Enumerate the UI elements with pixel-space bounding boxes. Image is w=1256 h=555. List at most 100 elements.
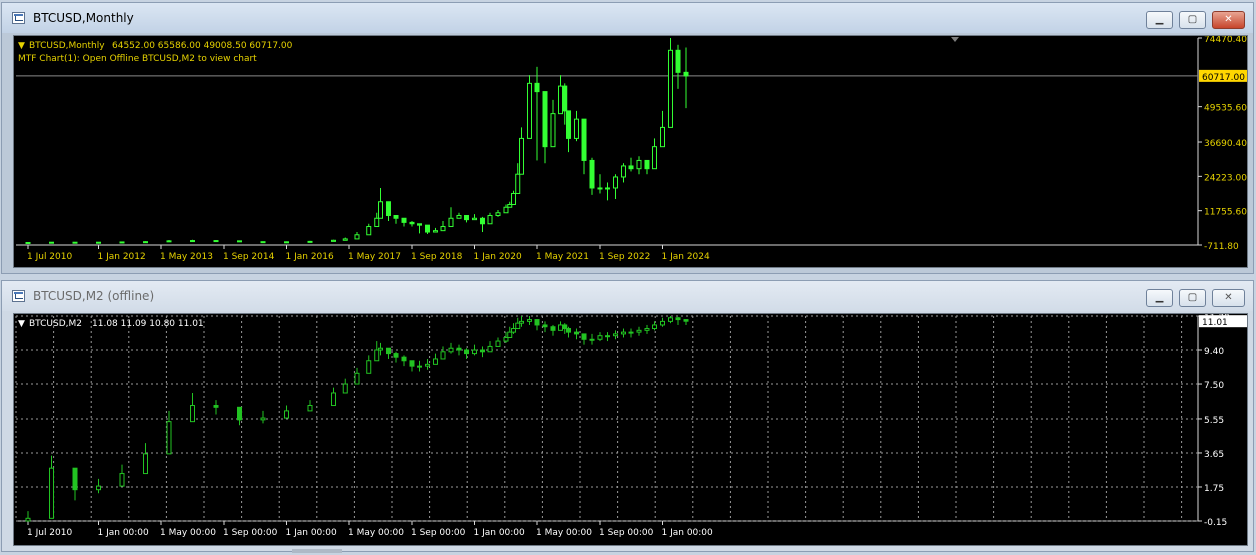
candle-body — [190, 240, 195, 243]
candle-body — [644, 328, 650, 331]
close-button[interactable]: ✕ — [1212, 289, 1245, 307]
time-tick-label: 1 Sep 2018 — [411, 252, 463, 262]
candle-body — [464, 349, 470, 355]
candle-body — [487, 215, 493, 225]
chart-window-icon — [12, 12, 25, 24]
candle-body — [342, 383, 348, 394]
candle-body — [385, 201, 391, 217]
candle-body — [448, 217, 454, 228]
candle-body — [385, 347, 391, 355]
candle-body — [440, 226, 446, 232]
price-tick-label: -711.80 — [1204, 242, 1239, 252]
info-indicator-line: MTF Chart(1): Open Offline BTCUSD,M2 to … — [18, 54, 257, 64]
candle-body — [354, 234, 360, 240]
current-price-label: 11.01 — [1202, 318, 1228, 328]
candle-body — [550, 113, 556, 148]
time-tick-label: 1 Sep 00:00 — [599, 528, 654, 538]
candle-body — [511, 192, 517, 205]
candle-body — [628, 331, 634, 334]
info-symbol: BTCUSD,Monthly — [29, 41, 105, 51]
candle-body — [166, 421, 172, 455]
offline-chart-svg[interactable]: 11.309.407.505.553.651.75-0.151 Jul 2010… — [14, 314, 1251, 549]
candle-body — [511, 328, 517, 333]
minimize-button[interactable]: ▁ — [1146, 11, 1173, 29]
candle-body — [620, 165, 626, 178]
time-tick-label: 1 Jan 2012 — [98, 252, 146, 262]
candle-body — [675, 317, 681, 321]
chart-shift-marker-icon[interactable] — [951, 37, 959, 42]
time-tick-label: 1 Sep 2014 — [223, 252, 275, 262]
candle-body — [675, 49, 681, 73]
candle-body — [366, 360, 372, 374]
candle-body — [605, 335, 611, 338]
candle-body — [456, 347, 462, 351]
candle-body — [393, 215, 399, 219]
time-tick-label: 1 Jan 00:00 — [286, 528, 338, 538]
time-tick-label: 1 Jan 2016 — [286, 252, 334, 262]
candle-body — [652, 146, 658, 170]
minimize-button[interactable]: ▁ — [1146, 289, 1173, 307]
monthly-chart-svg[interactable]: 74470.40 49535.60 36690.40 24223.00 11755.60… — [14, 36, 1251, 271]
candle-body — [409, 221, 415, 225]
candle-body — [542, 324, 548, 328]
titlebar[interactable]: BTCUSD,M2 (offline) ▁ ▢ ✕ — [2, 281, 1253, 311]
time-tick-label: 1 Sep 00:00 — [411, 528, 466, 538]
candle-body — [515, 322, 521, 330]
candle-body — [143, 453, 148, 475]
time-tick-label: 1 Jan 00:00 — [474, 528, 526, 538]
info-symbol: BTCUSD,M2 — [29, 319, 82, 329]
offline-chart-area[interactable]: 11.309.407.505.553.651.75-0.151 Jul 2010… — [13, 313, 1248, 546]
candle-body — [660, 126, 665, 148]
price-tick-label: 7.50 — [1204, 381, 1224, 391]
maximize-button[interactable]: ▢ — [1179, 289, 1206, 307]
maximize-button[interactable]: ▢ — [1179, 11, 1206, 29]
monthly-chart-area[interactable]: 74470.40 49535.60 36690.40 24223.00 11755.60… — [13, 35, 1248, 268]
candle-body — [374, 349, 380, 362]
candle-body — [495, 340, 501, 347]
time-tick-label: 1 May 00:00 — [160, 528, 216, 538]
candle-body — [464, 215, 470, 221]
candle-body — [519, 320, 524, 324]
candle-body — [417, 365, 423, 368]
price-tick-label: 11755.60 — [1204, 208, 1247, 218]
window-btcusd-monthly[interactable]: BTCUSD,Monthly ▁ ▢ ✕ 74470.40 49535.60 366… — [1, 2, 1254, 274]
candle-body — [354, 372, 360, 385]
candle-body — [432, 230, 438, 233]
candle-body — [573, 118, 579, 139]
candle-body — [96, 241, 101, 244]
candle-body — [636, 329, 642, 333]
candle-body — [378, 347, 383, 351]
candle-body — [667, 49, 673, 128]
info-ohlc: 64552.00 65586.00 49008.50 60717.00 — [112, 41, 293, 51]
chart-window-icon — [12, 290, 25, 302]
candle-body — [237, 240, 242, 243]
candle-body — [448, 347, 454, 353]
time-tick-label: 1 May 2013 — [160, 252, 213, 262]
window-btcusd-m2-offline[interactable]: BTCUSD,M2 (offline) ▁ ▢ ✕ 11.309.407.505… — [1, 280, 1254, 552]
candle-body — [562, 85, 568, 112]
candle-body — [487, 345, 493, 353]
candle-body — [597, 187, 603, 190]
candle-body — [401, 356, 407, 362]
candle-body — [652, 324, 658, 330]
candle-body — [660, 320, 665, 326]
candle-body — [190, 405, 195, 423]
candle-body — [515, 173, 521, 194]
candle-body — [307, 240, 313, 243]
close-button[interactable]: ✕ — [1212, 11, 1245, 29]
candle-body — [166, 240, 172, 243]
window-title: BTCUSD,Monthly — [33, 11, 134, 25]
current-price-label: 60717.00 — [1202, 73, 1245, 83]
time-tick-label: 1 Jul 2010 — [27, 252, 72, 262]
candle-body — [526, 319, 532, 322]
time-tick-label: 1 Jan 00:00 — [98, 528, 150, 538]
titlebar[interactable]: BTCUSD,Monthly ▁ ▢ ✕ — [2, 3, 1253, 33]
info-ohlc: 11.08 11.09 10.80 11.01 — [92, 319, 204, 329]
candle-body — [683, 319, 689, 322]
candle-body — [526, 82, 532, 139]
time-tick-label: 1 Jan 00:00 — [662, 528, 714, 538]
window-separator — [292, 549, 342, 553]
price-tick-label: 24223.00 — [1204, 173, 1247, 183]
candle-body — [589, 159, 595, 189]
candle-body — [378, 201, 383, 219]
